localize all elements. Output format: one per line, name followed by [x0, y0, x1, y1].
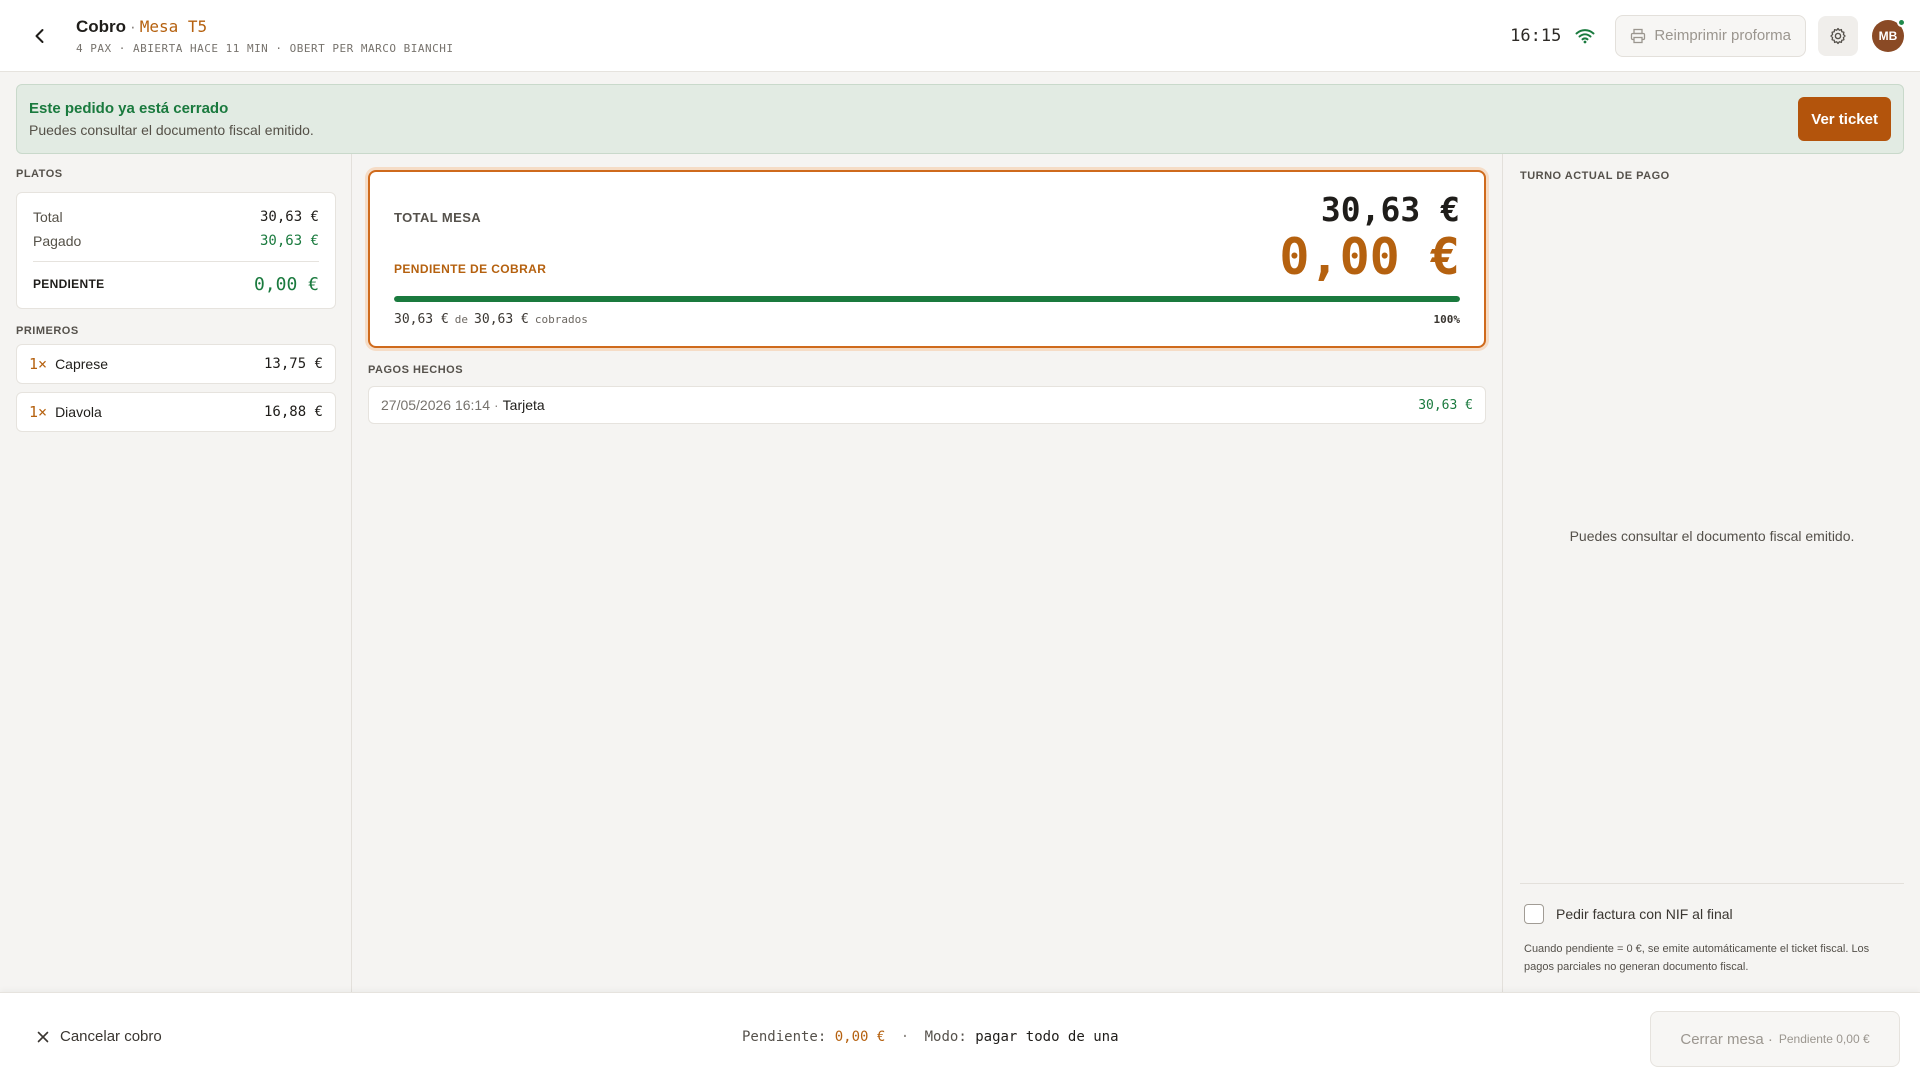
user-avatar[interactable]: MB: [1872, 17, 1906, 52]
fiscal-note: Cuando pendiente = 0 €, se emite automát…: [1524, 943, 1870, 973]
bottom-bar: Cancelar cobro Pendiente: 0,00 € · Modo:…: [0, 992, 1920, 1080]
payment-separator: ·: [494, 397, 499, 413]
progress-percent: 100%: [1433, 313, 1461, 326]
table-info: 4 PAX · ABIERTA HACE 11 MIN · OBERT PER …: [76, 41, 454, 55]
current-turn-panel: TURNO ACTUAL DE PAGO Puedes consultar el…: [1520, 170, 1904, 992]
progress-de: de: [454, 313, 469, 326]
nif-invoice-checkbox[interactable]: [1524, 904, 1544, 924]
summary-paid-row: Pagado 30,63 €: [33, 229, 319, 253]
progress-suffix: cobrados: [534, 313, 588, 326]
payment-progress-bar: [394, 296, 1460, 302]
payments-label: PAGOS HECHOS: [368, 364, 464, 376]
back-arrow-icon: [35, 28, 44, 43]
banner-title: Este pedido ya está cerrado: [29, 100, 229, 117]
online-status-dot: [1897, 17, 1906, 27]
total-card: TOTAL MESA 30,63 € PENDIENTE DE COBRAR 0…: [368, 170, 1486, 348]
payment-method: Tarjeta: [502, 397, 545, 413]
page-title: Cobro · Mesa T5: [76, 17, 454, 37]
page-title-text: Cobro: [76, 16, 127, 36]
reprint-proforma-button[interactable]: Reimprimir proforma: [1615, 14, 1806, 57]
summary-paid-value: 30,63 €: [259, 233, 319, 249]
total-mesa-label: TOTAL MESA: [394, 210, 482, 225]
dish-price: 13,75 €: [263, 356, 323, 372]
platos-label: PLATOS: [16, 168, 63, 180]
dish-qty: 1×: [29, 403, 48, 421]
dishes-panel: PLATOS Total 30,63 € Pagado 30,63 € PEND…: [16, 168, 336, 432]
view-ticket-button[interactable]: Ver ticket: [1798, 97, 1891, 141]
nif-invoice-label: Pedir factura con NIF al final: [1556, 906, 1733, 922]
dish-qty: 1×: [29, 355, 48, 373]
cancel-payment-button[interactable]: Cancelar cobro: [36, 1028, 162, 1045]
summary-total-row: Total 30,63 €: [33, 205, 319, 229]
pending-label: PENDIENTE DE COBRAR: [394, 262, 547, 276]
settings-button[interactable]: [1818, 15, 1858, 56]
dish-item[interactable]: 1× Caprese 13,75 €: [16, 344, 336, 384]
cancel-payment-label: Cancelar cobro: [60, 1028, 162, 1045]
back-button[interactable]: [22, 18, 58, 54]
gear-icon: [1830, 27, 1846, 44]
summary-total-value: 30,63 €: [259, 209, 319, 225]
progress-total: 30,63 €: [474, 312, 529, 327]
payment-panel: TOTAL MESA 30,63 € PENDIENTE DE COBRAR 0…: [368, 170, 1486, 424]
summary-total-label: Total: [33, 209, 63, 225]
column-divider: [351, 154, 352, 992]
close-icon: [37, 1031, 49, 1042]
total-mesa-value: 30,63 €: [1320, 190, 1460, 229]
dish-name: Caprese: [55, 356, 108, 372]
dish-item[interactable]: 1× Diavola 16,88 €: [16, 392, 336, 432]
banner-text: Este pedido ya está cerrado Puedes consu…: [29, 100, 314, 138]
close-table-sub: Pendiente 0,00 €: [1778, 1032, 1870, 1046]
summary-card: Total 30,63 € Pagado 30,63 € PENDIENTE 0…: [16, 192, 336, 309]
avatar-initials: MB: [1878, 28, 1898, 43]
summary-pending-row: PENDIENTE 0,00 €: [33, 272, 319, 296]
pending-value: 0,00 €: [1279, 228, 1460, 286]
close-table-button[interactable]: Cerrar mesa · Pendiente 0,00 €: [1650, 1011, 1900, 1067]
progress-text: 30,63 € de 30,63 € cobrados: [394, 312, 594, 327]
footer-pending-label: Pendiente:: [742, 1029, 827, 1045]
printer-icon: [1631, 28, 1646, 43]
current-turn-label: TURNO ACTUAL DE PAGO: [1520, 170, 1670, 182]
footer-pending-value: 0,00 €: [834, 1029, 886, 1045]
title-separator: ·: [130, 16, 136, 36]
footer-separator: ·: [900, 1029, 910, 1045]
payment-row[interactable]: 27/05/2026 16:14 · Tarjeta 30,63 €: [368, 386, 1486, 424]
footer-status: Pendiente: 0,00 € · Modo: pagar todo de …: [742, 1029, 1119, 1045]
dish-name: Diavola: [55, 404, 102, 420]
payment-progress-fill: [394, 296, 1460, 302]
summary-paid-label: Pagado: [33, 233, 82, 249]
payment-amount: 30,63 €: [1418, 397, 1473, 413]
banner-subtitle: Puedes consultar el documento fiscal emi…: [29, 122, 314, 138]
close-table-label: Cerrar mesa ·: [1680, 1030, 1773, 1048]
summary-divider: [33, 261, 319, 262]
title-block: Cobro · Mesa T5 4 PAX · ABIERTA HACE 11 …: [76, 17, 454, 55]
summary-pending-value: 0,00 €: [253, 273, 319, 295]
clock: 16:15: [1510, 25, 1562, 46]
dish-price: 16,88 €: [263, 404, 323, 420]
top-bar: Cobro · Mesa T5 4 PAX · ABIERTA HACE 11 …: [0, 0, 1920, 72]
table-name: Mesa T5: [139, 16, 208, 36]
group-label-primeros: PRIMEROS: [16, 325, 79, 337]
wifi-icon: [1575, 25, 1597, 47]
header-actions: 16:15 Reimprimir proforma MB: [1510, 14, 1906, 57]
current-turn-empty-text: Puedes consultar el documento fiscal emi…: [1569, 528, 1855, 544]
summary-pending-label: PENDIENTE: [33, 277, 105, 291]
payment-timestamp: 27/05/2026 16:14: [381, 397, 490, 413]
closed-order-banner: Este pedido ya está cerrado Puedes consu…: [16, 84, 1904, 154]
reprint-proforma-label: Reimprimir proforma: [1654, 27, 1791, 44]
column-divider: [1502, 154, 1503, 992]
right-divider: [1520, 883, 1904, 884]
progress-collected: 30,63 €: [394, 312, 449, 327]
nif-invoice-option[interactable]: Pedir factura con NIF al final: [1524, 904, 1733, 924]
footer-mode-value: pagar todo de una: [975, 1029, 1119, 1045]
footer-mode-label: Modo:: [924, 1029, 967, 1045]
